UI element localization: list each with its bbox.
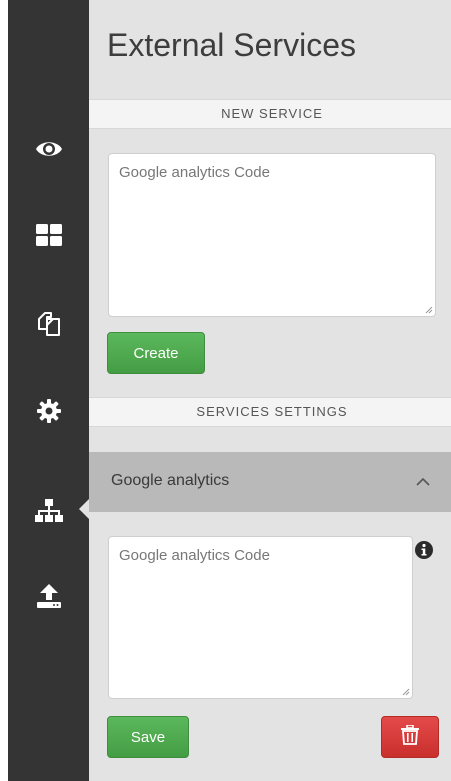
page-title: External Services (107, 27, 356, 63)
save-button[interactable]: Save (107, 716, 189, 758)
sidebar (8, 0, 89, 781)
active-indicator (79, 499, 89, 519)
new-service-header: NEW SERVICE (89, 99, 451, 129)
service-accordion-google-analytics[interactable]: Google analytics (89, 452, 451, 512)
sidebar-item-preview[interactable] (32, 132, 66, 166)
create-button[interactable]: Create (107, 332, 205, 374)
delete-button[interactable] (381, 716, 439, 758)
sidebar-item-settings[interactable] (32, 394, 66, 428)
app-window: External Services NEW SERVICE Create SER… (0, 0, 451, 781)
trash-icon (401, 723, 419, 750)
chevron-up-icon[interactable] (415, 474, 431, 492)
grid-icon (35, 224, 62, 246)
new-service-code-input[interactable] (108, 153, 436, 317)
copy-icon (37, 311, 61, 337)
sidebar-item-upload[interactable] (32, 579, 66, 613)
upload-icon (36, 583, 62, 609)
service-code-input[interactable] (108, 536, 413, 699)
sidebar-item-pages[interactable] (32, 307, 66, 341)
info-icon[interactable] (415, 541, 433, 564)
sitemap-icon (34, 499, 63, 523)
services-settings-header: SERVICES SETTINGS (89, 397, 451, 427)
eye-icon (35, 139, 63, 159)
sidebar-item-dashboard[interactable] (32, 218, 66, 252)
sidebar-item-external-services[interactable] (32, 494, 66, 528)
service-name: Google analytics (111, 472, 230, 489)
main-content: External Services NEW SERVICE Create SER… (89, 0, 451, 781)
gear-icon (36, 399, 61, 423)
